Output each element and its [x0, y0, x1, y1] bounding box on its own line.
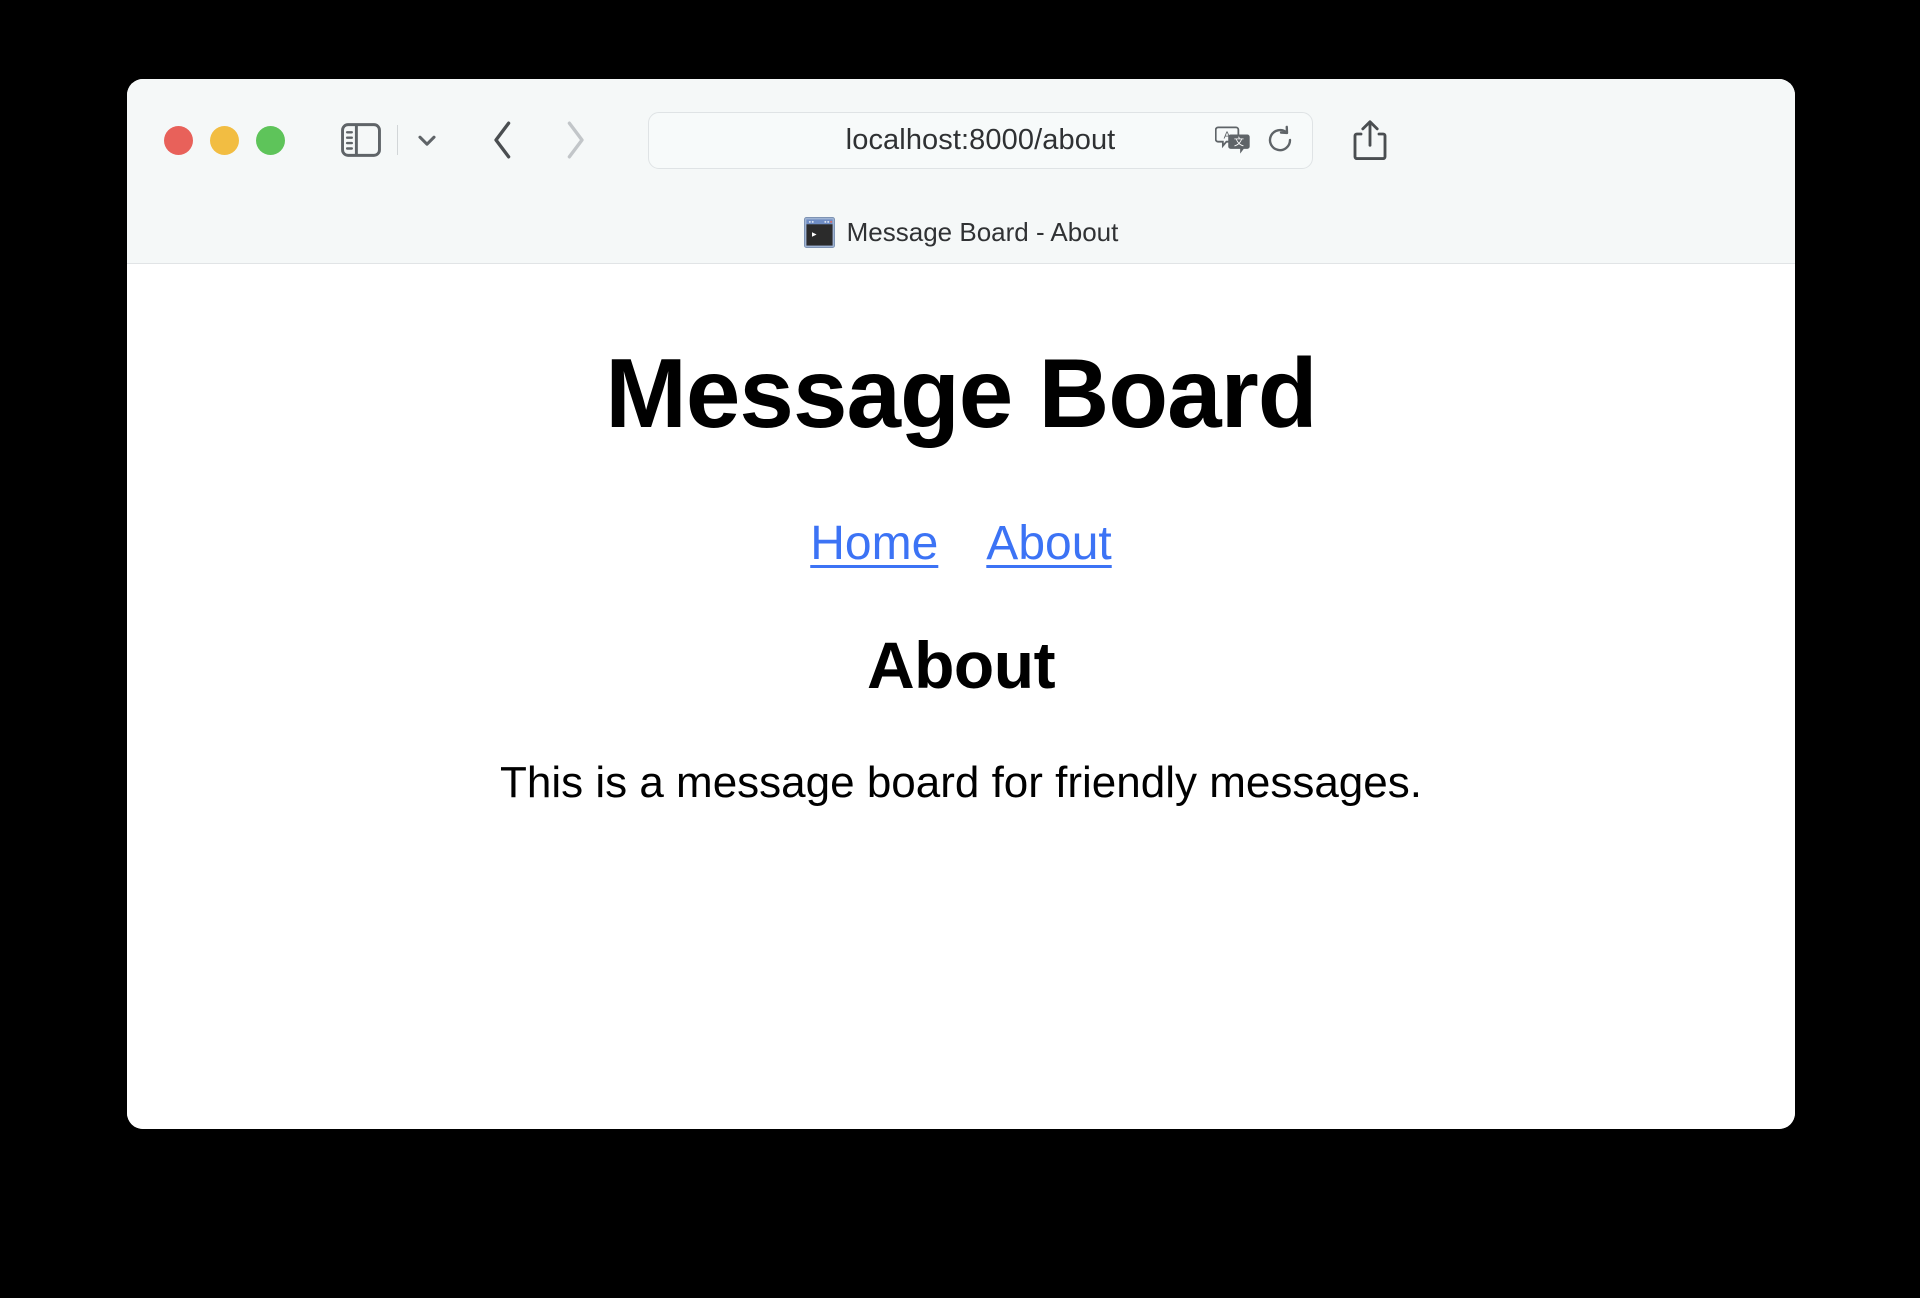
toolbar-divider: [397, 125, 398, 155]
chevron-down-icon[interactable]: [410, 123, 444, 157]
navigation-arrows: [486, 118, 592, 162]
nav-link-about[interactable]: About: [986, 516, 1111, 571]
page-content: Message Board Home About About This is a…: [127, 265, 1795, 1129]
address-bar[interactable]: localhost:8000/about A 文: [648, 111, 1313, 169]
url-text: localhost:8000/about: [845, 123, 1116, 156]
browser-window: localhost:8000/about A 文 ▸ Message Board…: [127, 79, 1795, 1129]
tab-message-board-about[interactable]: ▸ Message Board - About: [792, 213, 1131, 252]
zoom-window-button[interactable]: [256, 125, 285, 155]
section-heading: About: [866, 627, 1056, 702]
window-controls: [164, 125, 285, 155]
sidebar-controls: [335, 114, 444, 166]
close-window-button[interactable]: [164, 125, 193, 155]
page-title: Message Board: [605, 338, 1317, 448]
tab-title: Message Board - About: [846, 216, 1119, 247]
minimize-window-button[interactable]: [210, 125, 239, 155]
address-bar-actions: A 文: [1214, 123, 1296, 157]
main-nav: Home About: [127, 516, 1795, 571]
tab-strip: ▸ Message Board - About: [127, 201, 1795, 263]
browser-toolbar: localhost:8000/about A 文 ▸ Message Board…: [127, 79, 1795, 264]
section-paragraph: This is a message board for friendly mes…: [500, 758, 1422, 808]
reload-icon[interactable]: [1264, 123, 1296, 157]
back-button[interactable]: [486, 118, 520, 162]
svg-text:文: 文: [1234, 135, 1244, 148]
sidebar-toggle-icon[interactable]: [335, 114, 387, 166]
toolbar-row: localhost:8000/about A 文: [127, 79, 1795, 201]
terminal-favicon: ▸: [803, 216, 835, 248]
nav-link-home[interactable]: Home: [810, 516, 938, 571]
svg-text:▸: ▸: [810, 228, 817, 241]
translate-icon[interactable]: A 文: [1214, 123, 1252, 157]
share-button[interactable]: [1349, 117, 1391, 163]
forward-button[interactable]: [558, 118, 592, 162]
